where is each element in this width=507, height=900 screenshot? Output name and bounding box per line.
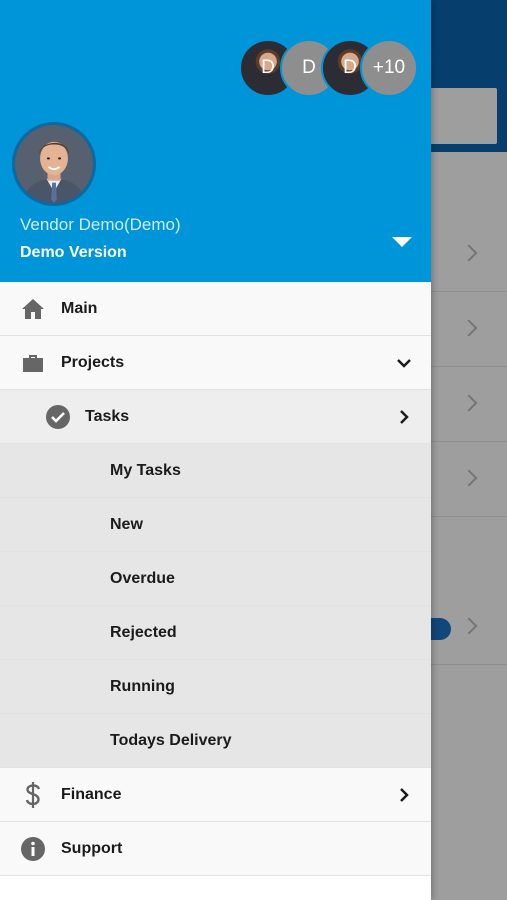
check-circle-icon [45,404,71,430]
menu-item-label: Tasks [85,407,130,425]
more-count: +10 [372,57,406,78]
user-subtitle: Demo Version [20,244,127,261]
dollar-icon [20,782,46,808]
chevron-down-icon [397,359,411,368]
submenu-item-new[interactable]: New [0,498,431,552]
submenu-item-running[interactable]: Running [0,660,431,714]
chevron-right-icon [400,788,409,802]
more-members-avatar[interactable]: +10 [360,39,418,97]
menu-item-tasks[interactable]: Tasks [0,390,431,444]
profile-avatar[interactable] [12,122,96,206]
avatar-initial: D [261,57,275,78]
caret-down-icon [392,237,412,247]
submenu-item-label: Running [110,677,175,695]
submenu-item-label: Overdue [110,569,175,587]
menu-item-projects[interactable]: Projects [0,336,431,390]
submenu-item-todays-delivery[interactable]: Todays Delivery [0,714,431,768]
menu-item-label: Main [61,299,98,317]
menu-item-label: Finance [61,785,122,803]
submenu-item-label: New [110,515,143,533]
account-dropdown-toggle[interactable] [390,234,414,250]
chevron-right-icon [400,410,409,424]
menu-item-label: Support [61,839,123,857]
submenu-item-my-tasks[interactable]: My Tasks [0,444,431,498]
submenu-item-label: Rejected [110,623,177,641]
navigation-drawer: D D D +10 Vendor Demo(Demo) Demo Version… [0,0,431,900]
info-icon [20,836,46,862]
drawer-header: D D D +10 Vendor Demo(Demo) Demo Version [0,0,431,282]
submenu-item-label: Todays Delivery [110,731,232,749]
submenu-item-rejected[interactable]: Rejected [0,606,431,660]
submenu-item-label: My Tasks [110,461,181,479]
menu-item-finance[interactable]: Finance [0,768,431,822]
submenu-item-overdue[interactable]: Overdue [0,552,431,606]
profile-photo-image [15,125,93,203]
avatar-initial: D [302,57,316,78]
menu-item-main[interactable]: Main [0,282,431,336]
menu-item-support[interactable]: Support [0,822,431,876]
menu-item-label: Projects [61,353,125,371]
briefcase-icon [20,350,46,376]
avatar-initial: D [343,57,357,78]
home-icon [20,296,46,322]
user-name: Vendor Demo(Demo) [20,215,181,234]
